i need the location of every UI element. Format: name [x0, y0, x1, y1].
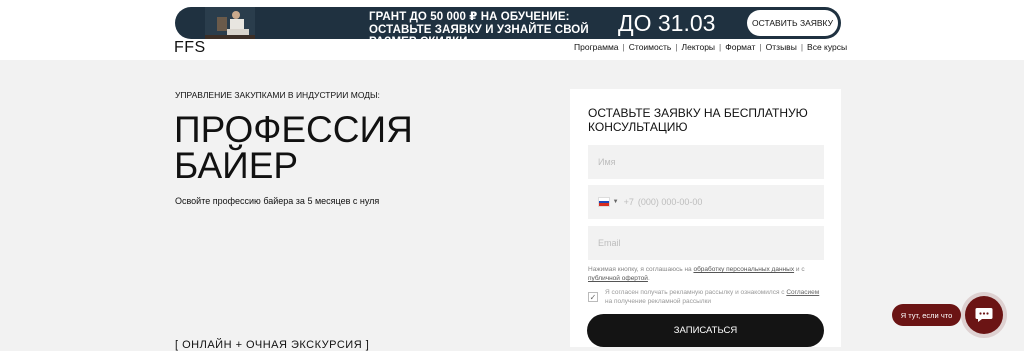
phone-country-code: +7 [623, 197, 634, 207]
email-input[interactable] [588, 226, 824, 260]
banner-photo [205, 7, 255, 39]
personal-data-link[interactable]: обработку персональных данных [693, 266, 794, 273]
marketing-consent: ✓ Я согласен получать рекламную рассылку… [588, 288, 828, 306]
legal-notice: Нажимая кнопку, я соглашаюсь на обработк… [588, 265, 828, 283]
main-nav: Программа | Стоимость | Лекторы | Формат | О… [574, 42, 847, 53]
name-input[interactable] [588, 145, 824, 179]
nav-separator: | [719, 42, 722, 52]
nav-item-reviews[interactable]: Отзывы [766, 42, 797, 53]
nav-item-lecturers[interactable]: Лекторы [682, 42, 715, 53]
consent-text: Я согласен получать рекламную рассылку и… [605, 288, 828, 306]
nav-item-format[interactable]: Формат [725, 42, 755, 53]
russia-flag-icon[interactable] [598, 197, 610, 207]
legal-text: . [647, 275, 650, 282]
consent-text-part: Я согласен получать рекламную рассылку и… [605, 289, 787, 296]
email-field-wrapper [588, 226, 824, 260]
chevron-down-icon[interactable]: ▼ [613, 199, 619, 205]
consent-checkbox[interactable]: ✓ [588, 292, 598, 302]
hero-subtitle: УПРАВЛЕНИЕ ЗАКУПКАМИ В ИНДУСТРИИ МОДЫ: [175, 90, 380, 100]
phone-field-wrapper: ▼ +7 [588, 185, 824, 219]
hero-lead: Освойте профессию байера за 5 месяцев с … [175, 196, 380, 206]
chat-tooltip[interactable]: Я тут, если что [892, 304, 961, 326]
consent-text-part: на получение рекламной рассылки [605, 298, 712, 305]
banner-text: ГРАНТ ДО 50 000 ₽ НА ОБУЧЕНИЕ: ОСТАВЬТЕ … [369, 11, 589, 39]
top-header: ГРАНТ ДО 50 000 ₽ НА ОБУЧЕНИЕ: ОСТАВЬТЕ … [0, 0, 1024, 60]
hero-title-line1: ПРОФЕССИЯ [174, 109, 413, 150]
name-field-wrapper [588, 145, 824, 179]
nav-item-all-courses[interactable]: Все курсы [807, 42, 847, 53]
nav-item-program[interactable]: Программа [574, 42, 619, 53]
legal-text: и с [794, 266, 805, 273]
form-title: ОСТАВЬТЕ ЗАЯВКУ НА БЕСПЛАТНУЮ КОНСУЛЬТАЦ… [588, 106, 808, 134]
chat-button[interactable] [965, 296, 1003, 334]
nav-separator: | [759, 42, 762, 52]
course-format: [ ОНЛАЙН + ОЧНАЯ ЭКСКУРСИЯ ] [175, 339, 370, 351]
banner-apply-button[interactable]: ОСТАВИТЬ ЗАЯВКУ [747, 10, 838, 36]
phone-input[interactable] [633, 185, 824, 219]
nav-separator: | [622, 42, 625, 52]
nav-item-price[interactable]: Стоимость [629, 42, 672, 53]
consent-link[interactable]: Согласием [786, 289, 819, 296]
consultation-form: ОСТАВЬТЕ ЗАЯВКУ НА БЕСПЛАТНУЮ КОНСУЛЬТАЦ… [570, 89, 841, 347]
submit-button[interactable]: ЗАПИСАТЬСЯ [587, 314, 824, 347]
nav-separator: | [675, 42, 678, 52]
chat-bubble-icon [975, 308, 993, 322]
hero-title-line2: БАЙЕР [174, 145, 299, 186]
hero-title: ПРОФЕССИЯ БАЙЕР [174, 109, 413, 186]
public-offer-link[interactable]: публичной офертой [588, 275, 648, 282]
banner-deadline: ДО 31.03 [618, 10, 716, 36]
promo-banner[interactable]: ГРАНТ ДО 50 000 ₽ НА ОБУЧЕНИЕ: ОСТАВЬТЕ … [175, 7, 841, 39]
logo[interactable]: FFS [174, 40, 206, 56]
nav-separator: | [800, 42, 804, 52]
legal-text: Нажимая кнопку, я соглашаюсь на [588, 266, 694, 273]
